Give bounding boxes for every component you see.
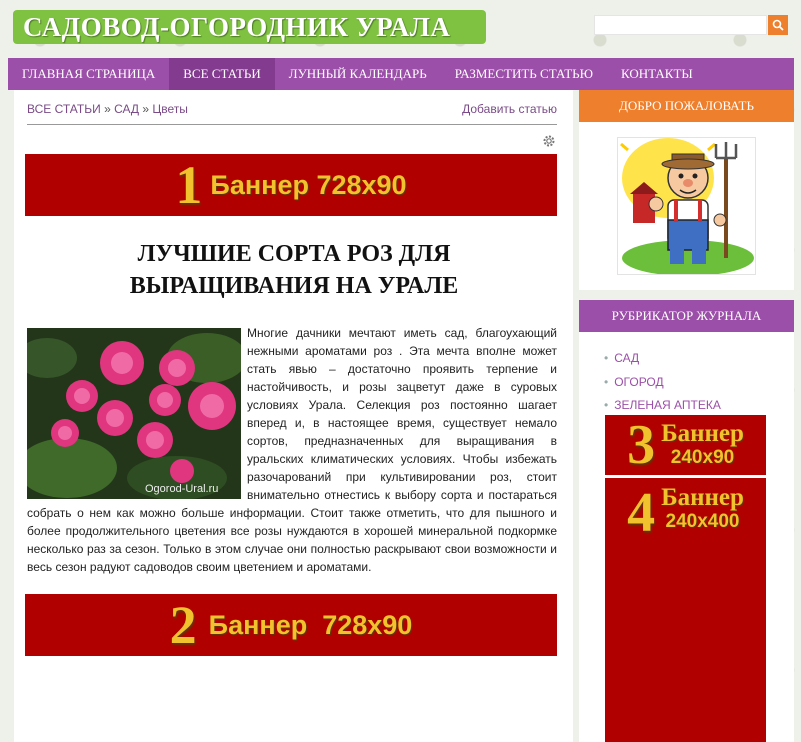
banner-size: 240х90: [670, 447, 735, 468]
search-input[interactable]: [594, 15, 767, 35]
nav-item-post-article[interactable]: РАЗМЕСТИТЬ СТАТЬЮ: [441, 58, 607, 90]
divider: [27, 124, 557, 125]
banner-size: 240х400: [665, 511, 740, 532]
rubricator-heading: РУБРИКАТОР ЖУРНАЛА: [579, 300, 794, 332]
search-button[interactable]: [768, 15, 788, 35]
banner-number: 2: [169, 595, 197, 655]
banner-top[interactable]: 1 Баннер 728х90: [25, 154, 557, 216]
banner-number: 1: [175, 155, 203, 215]
main-content: ВСЕ СТАТЬИ » САД » Цветы Добавить статью…: [14, 90, 573, 742]
banner-number: 4: [627, 482, 656, 544]
breadcrumb-separator: »: [142, 102, 150, 116]
banner-side-tall[interactable]: 4 Баннер 240х400: [605, 478, 766, 742]
category-vegetable-garden[interactable]: ОГОРОД: [604, 372, 721, 396]
banner-text: Баннер: [661, 484, 744, 511]
category-list: САД ОГОРОД ЗЕЛЕНАЯ АПТЕКА: [604, 348, 721, 419]
breadcrumb: ВСЕ СТАТЬИ » САД » Цветы: [27, 102, 188, 116]
banner-number: 3: [627, 414, 656, 476]
banner-text-group: Баннер 240х400: [661, 482, 744, 533]
banner-text: Баннер 728х90: [208, 609, 413, 640]
nav-item-lunar-calendar[interactable]: ЛУННЫЙ КАЛЕНДАРЬ: [275, 58, 441, 90]
breadcrumb-flowers[interactable]: Цветы: [152, 102, 188, 116]
breadcrumb-all-articles[interactable]: ВСЕ СТАТЬИ: [27, 102, 101, 116]
welcome-heading: ДОБРО ПОЖАЛОВАТЬ: [579, 90, 794, 122]
banner-side-small[interactable]: 3 Баннер 240х90: [605, 414, 766, 476]
search-icon: [772, 19, 784, 31]
breadcrumb-separator: »: [104, 102, 111, 116]
site-logo[interactable]: САДОВОД-ОГОРОДНИК УРАЛА: [13, 10, 486, 44]
category-garden[interactable]: САД: [604, 348, 721, 372]
farmer-mascot-image: [612, 132, 756, 276]
add-article-link[interactable]: Добавить статью: [462, 102, 557, 116]
nav-item-contacts[interactable]: КОНТАКТЫ: [607, 58, 707, 90]
nav-item-all-articles[interactable]: ВСЕ СТАТЬИ: [169, 58, 275, 90]
banner-text: Баннер: [661, 420, 744, 447]
banner-bottom[interactable]: 2 Баннер 728х90: [25, 594, 557, 656]
breadcrumb-garden[interactable]: САД: [114, 102, 139, 116]
banner-text-group: Баннер 240х90: [661, 421, 744, 469]
nav-item-home[interactable]: ГЛАВНАЯ СТРАНИЦА: [8, 58, 169, 90]
main-nav: ГЛАВНАЯ СТРАНИЦА ВСЕ СТАТЬИ ЛУННЫЙ КАЛЕН…: [8, 58, 794, 90]
article-title: ЛУЧШИЕ СОРТА РОЗ ДЛЯ ВЫРАЩИВАНИЯ НА УРАЛ…: [129, 241, 459, 299]
gear-icon[interactable]: [542, 134, 556, 148]
photo-spacer: [27, 324, 247, 496]
article-body: Многие дачники мечтают иметь сад, благоу…: [27, 324, 557, 576]
banner-text: Баннер 728х90: [210, 169, 407, 200]
